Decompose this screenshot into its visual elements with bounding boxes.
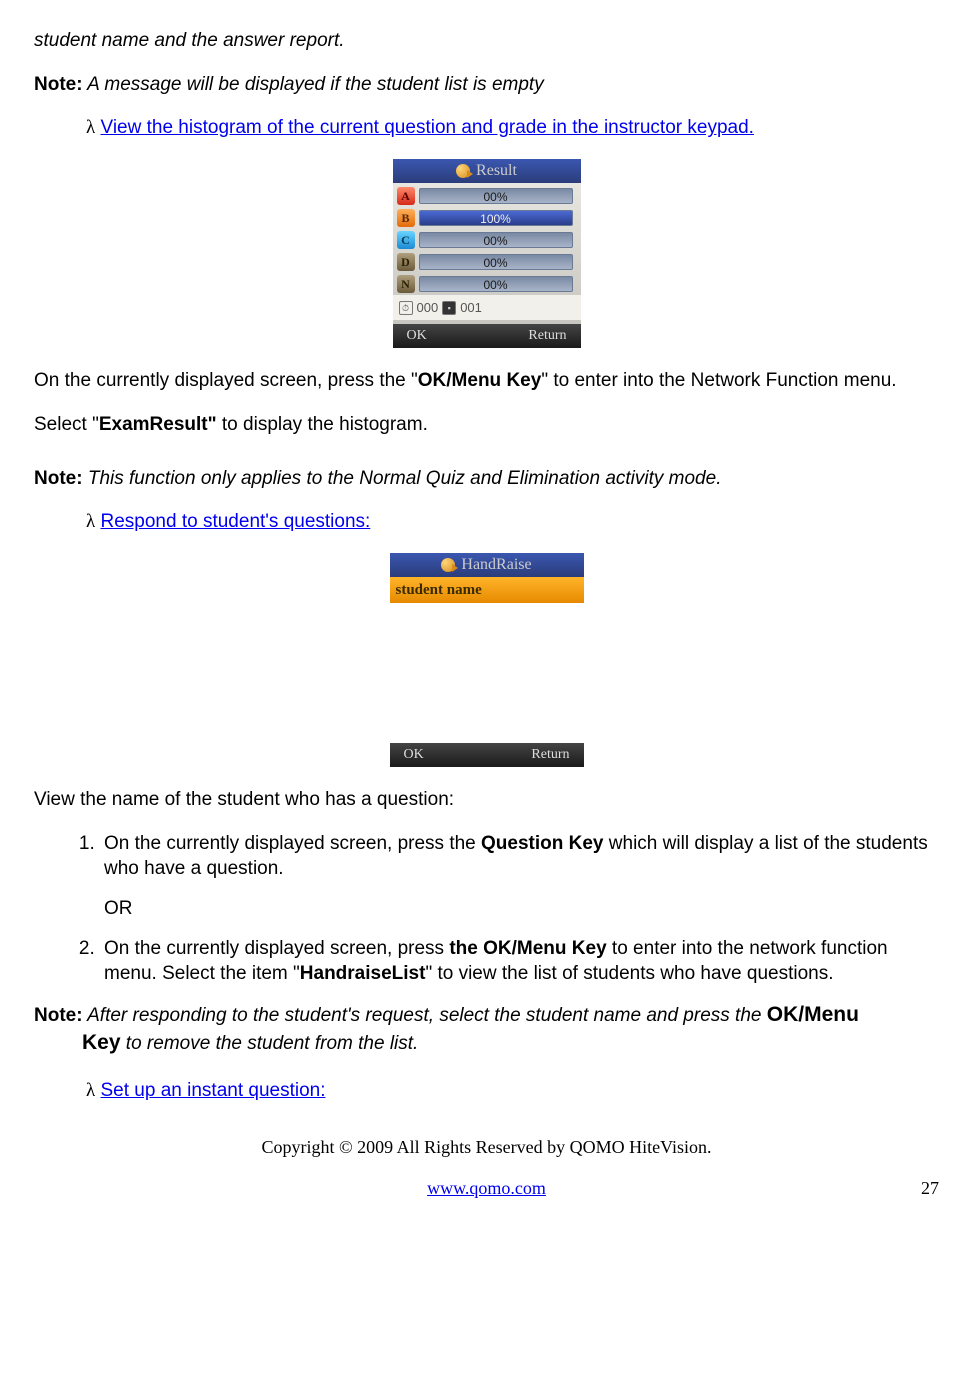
ok-menu-key-big: OK/Menu xyxy=(767,1003,859,1026)
handraise-student-row: student name xyxy=(390,577,584,603)
intro-line: student name and the answer report. xyxy=(34,28,939,54)
option-letter: C xyxy=(397,231,415,249)
option-letter: B xyxy=(397,209,415,227)
device-return-label: Return xyxy=(531,746,569,765)
bullet-respond: λ Respond to student's questions: xyxy=(86,509,939,535)
handraise-body: student name xyxy=(390,577,584,743)
para-select-examresult: Select "ExamResult" to display the histo… xyxy=(34,412,939,438)
result-status-row: ⏱ 000 ▪ 001 xyxy=(393,295,581,321)
question-key-term: Question Key xyxy=(481,833,603,854)
device-result-screen: Result A 00% B 100% C 0 xyxy=(393,159,581,349)
device-ok-label: OK xyxy=(407,327,427,346)
device-result-figure: Result A 00% B 100% C 0 xyxy=(34,159,939,349)
option-letter: N xyxy=(397,275,415,293)
status-icon-card: ▪ xyxy=(442,301,456,315)
result-bar: 100% xyxy=(419,210,573,226)
ok-menu-key-term: OK/Menu Key xyxy=(418,370,542,391)
result-row: D 00% xyxy=(393,251,581,273)
footer-row: www.qomo.com 27 xyxy=(34,1176,939,1200)
handraise-icon xyxy=(441,558,455,572)
device-title-bar: HandRaise xyxy=(390,553,584,577)
note-2: Note: This function only applies to the … xyxy=(34,466,939,492)
result-bar: 00% xyxy=(419,232,573,248)
result-bar: 00% xyxy=(419,276,573,292)
device-handraise-screen: HandRaise student name OK Return xyxy=(390,553,584,767)
result-pct: 00% xyxy=(420,277,572,293)
lambda-icon: λ xyxy=(86,511,95,532)
result-body: A 00% B 100% C 00% xyxy=(393,183,581,325)
result-bar: 00% xyxy=(419,254,573,270)
or-separator: OR xyxy=(104,896,939,922)
steps-list: On the currently displayed screen, press… xyxy=(68,831,939,882)
ok-menu-key-term: the OK/Menu Key xyxy=(449,938,606,959)
step-1: On the currently displayed screen, press… xyxy=(100,831,939,882)
note-text: This function only applies to the Normal… xyxy=(83,468,722,489)
note-3: Note: After responding to the student's … xyxy=(34,1001,939,1058)
page-number: 27 xyxy=(899,1176,939,1200)
lambda-icon: λ xyxy=(86,117,95,138)
result-row: C 00% xyxy=(393,229,581,251)
steps-list-2: On the currently displayed screen, press… xyxy=(68,936,939,987)
note-label: Note: xyxy=(34,468,83,489)
status-right: 001 xyxy=(460,299,482,317)
result-pct: 00% xyxy=(420,189,572,205)
result-pct: 00% xyxy=(420,233,572,249)
step-2: On the currently displayed screen, press… xyxy=(100,936,939,987)
text: " to view the list of students who have … xyxy=(425,963,833,984)
status-left: 000 xyxy=(417,299,439,317)
device-ok-label: OK xyxy=(404,746,424,765)
key-word: Key xyxy=(82,1031,121,1054)
note-label: Note: xyxy=(34,74,83,95)
option-letter: D xyxy=(397,253,415,271)
text: On the currently displayed screen, press… xyxy=(104,833,481,854)
para-view-student-name: View the name of the student who has a q… xyxy=(34,787,939,813)
text: On the currently displayed screen, press… xyxy=(34,370,418,391)
link-setup-instant-question[interactable]: Set up an instant question: xyxy=(101,1080,326,1101)
device-title-bar: Result xyxy=(393,159,581,183)
text: " to enter into the Network Function men… xyxy=(541,370,896,391)
text: On the currently displayed screen, press xyxy=(104,938,449,959)
note-text: A message will be displayed if the stude… xyxy=(83,74,544,95)
result-bar: 00% xyxy=(419,188,573,204)
device-footer: OK Return xyxy=(390,743,584,767)
bullet-histogram: λ View the histogram of the current ques… xyxy=(86,115,939,141)
result-row: A 00% xyxy=(393,185,581,207)
result-pct: 00% xyxy=(420,255,572,271)
result-row: N 00% xyxy=(393,273,581,295)
handraiselist-term: HandraiseList xyxy=(300,963,426,984)
device-return-label: Return xyxy=(528,327,566,346)
text: Select " xyxy=(34,414,99,435)
note-label: Note: xyxy=(34,1005,83,1026)
note-text: After responding to the student's reques… xyxy=(83,1005,767,1026)
examresult-term: ExamResult" xyxy=(99,414,217,435)
note-text-2: to remove the student from the list. xyxy=(121,1033,419,1054)
footer-copyright: Copyright © 2009 All Rights Reserved by … xyxy=(34,1135,939,1159)
footer-url-link[interactable]: www.qomo.com xyxy=(74,1176,899,1200)
lambda-icon: λ xyxy=(86,1080,95,1101)
para-ok-menu: On the currently displayed screen, press… xyxy=(34,368,939,394)
device-handraise-figure: HandRaise student name OK Return xyxy=(34,553,939,767)
device-title: HandRaise xyxy=(461,554,531,576)
status-icon-clock: ⏱ xyxy=(399,301,413,315)
result-row: B 100% xyxy=(393,207,581,229)
option-letter: A xyxy=(397,187,415,205)
device-footer: OK Return xyxy=(393,324,581,348)
device-title: Result xyxy=(476,160,517,182)
note-1: Note: A message will be displayed if the… xyxy=(34,72,939,98)
result-icon xyxy=(456,164,470,178)
result-pct: 100% xyxy=(420,211,572,227)
link-view-histogram[interactable]: View the histogram of the current questi… xyxy=(101,117,754,138)
text: to display the histogram. xyxy=(217,414,428,435)
link-respond-questions[interactable]: Respond to student's questions: xyxy=(101,511,371,532)
bullet-instant: λ Set up an instant question: xyxy=(86,1078,939,1104)
